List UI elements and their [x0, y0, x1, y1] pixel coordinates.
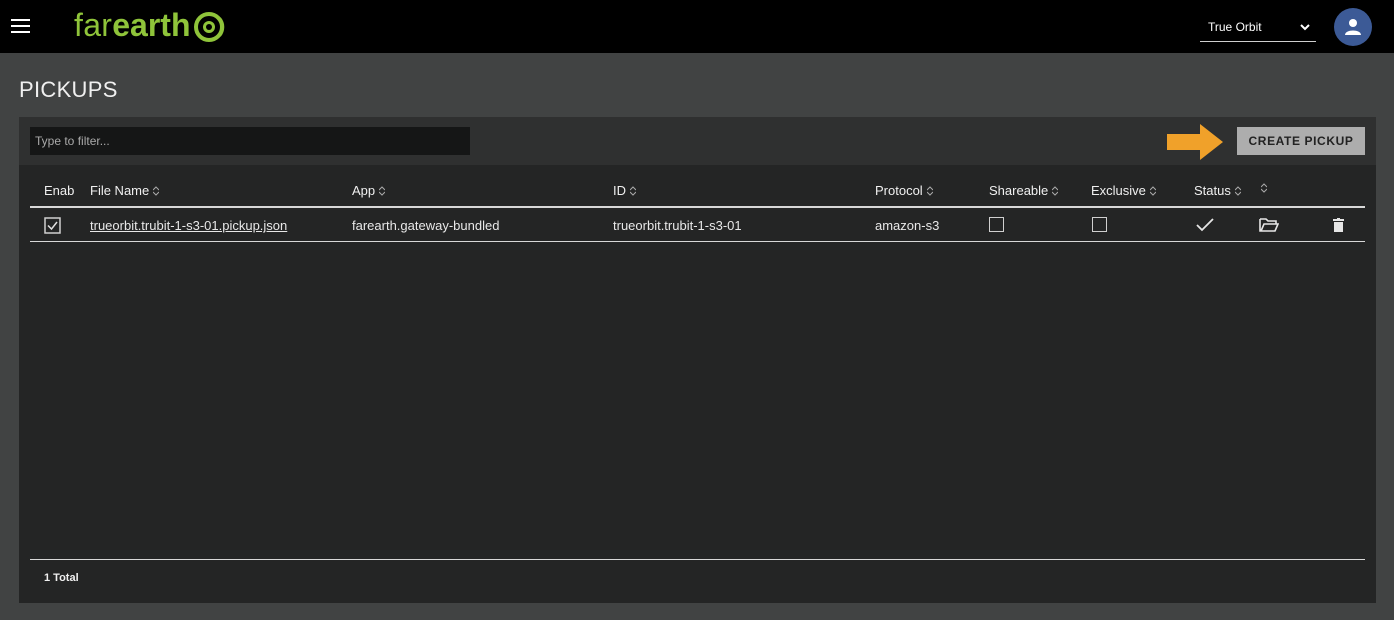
app-cell: farearth.gateway-bundled [352, 218, 500, 233]
sort-icon [1052, 185, 1059, 196]
column-header-label: Enab [44, 183, 75, 198]
column-header-enabled[interactable]: Enab [44, 183, 74, 198]
column-header-exclusive[interactable]: Exclusive [1091, 183, 1156, 198]
panel-toolbar: CREATE PICKUP [19, 117, 1376, 165]
column-header-label: Shareable [989, 183, 1049, 198]
exclusive-checkbox[interactable] [1092, 217, 1107, 232]
logo-suffix: earth [112, 6, 191, 43]
sort-icon [1149, 185, 1156, 196]
sort-icon [926, 185, 933, 196]
sort-icon [379, 185, 386, 196]
column-header-label: Protocol [875, 183, 923, 198]
sort-icon [1234, 185, 1241, 196]
column-header-label: App [352, 183, 376, 198]
shareable-checkbox[interactable] [989, 217, 1004, 232]
checkmark-icon [1196, 218, 1214, 232]
total-count: 1 Total [44, 572, 79, 584]
logo-prefix: far [74, 6, 113, 43]
create-pickup-button[interactable]: CREATE PICKUP [1237, 127, 1365, 155]
column-header-protocol[interactable]: Protocol [875, 183, 933, 198]
column-header-label: Status [1194, 183, 1231, 198]
organization-select[interactable]: True Orbit [1200, 12, 1316, 42]
organization-select-value: True Orbit [1208, 19, 1262, 34]
chevron-down-icon [1300, 23, 1310, 30]
enabled-checkbox[interactable] [44, 217, 61, 234]
column-header-app[interactable]: App [352, 183, 386, 198]
column-header-status[interactable]: Status [1194, 183, 1241, 198]
folder-open-icon[interactable] [1259, 217, 1279, 233]
logo-mark-icon [193, 12, 224, 42]
column-header-id[interactable]: ID [613, 183, 636, 198]
sort-icon [153, 185, 160, 196]
pickups-panel: CREATE PICKUP Enab File Name App ID Prot… [19, 117, 1376, 603]
avatar[interactable] [1334, 8, 1372, 46]
column-header-file-name[interactable]: File Name [90, 183, 160, 198]
file-name-link[interactable]: trueorbit.trubit-1-s3-01.pickup.json [90, 218, 287, 233]
column-header-shareable[interactable]: Shareable [989, 183, 1059, 198]
top-bar: far earth True Orbit [0, 0, 1394, 53]
sort-icon [1261, 183, 1267, 193]
sort-icon [630, 185, 636, 196]
footer-divider [30, 559, 1365, 560]
arrow-right-icon [1167, 124, 1223, 160]
filter-input[interactable] [30, 127, 470, 155]
id-cell: trueorbit.trubit-1-s3-01 [613, 218, 742, 233]
user-icon [1345, 19, 1361, 35]
logo[interactable]: far earth [74, 5, 227, 45]
page-title: PICKUPS [19, 77, 118, 102]
protocol-cell: amazon-s3 [875, 218, 940, 233]
column-header-label: File Name [90, 183, 150, 198]
column-header-label: Exclusive [1091, 183, 1146, 198]
column-header-actions[interactable] [1257, 183, 1267, 193]
trash-icon[interactable] [1333, 218, 1344, 232]
menu-icon[interactable] [11, 19, 30, 33]
column-header-label: ID [613, 183, 626, 198]
